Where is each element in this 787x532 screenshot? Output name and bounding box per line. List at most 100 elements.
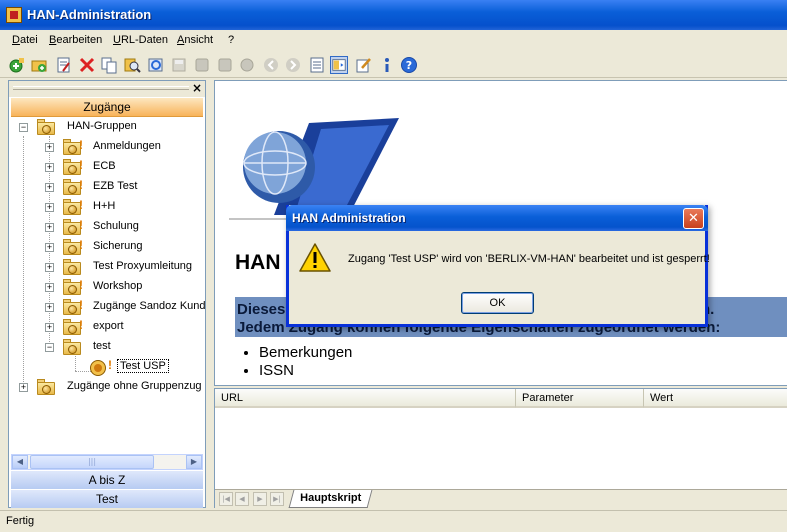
tree-node-test[interactable]: − test [45, 338, 205, 358]
dialog-close-icon[interactable]: ✕ [683, 208, 704, 229]
scroll-right-icon[interactable]: ▶ [186, 455, 202, 469]
forward-icon[interactable] [284, 56, 302, 74]
tree-node-ecb[interactable]: + ! ECB [45, 158, 205, 178]
expand-icon[interactable]: + [45, 203, 54, 212]
tree-node-test-proxyumleitung[interactable]: + Test Proxyumleitung [45, 258, 205, 278]
view-icon[interactable] [330, 56, 348, 74]
column-header-wert[interactable]: Wert [644, 389, 787, 408]
tab-hauptskript[interactable]: Hauptskript [288, 490, 373, 508]
tree-node-schulung[interactable]: + ! Schulung [45, 218, 205, 238]
menu-help[interactable]: ? [228, 34, 234, 46]
sheet-tab-bar: |◀ ◀ ▶ ▶| Hauptskript [215, 489, 787, 508]
tree-node-ezb-test[interactable]: + ! EZB Test [45, 178, 205, 198]
add-green-icon[interactable] [8, 56, 26, 74]
scroll-left-icon[interactable]: ◀ [12, 455, 28, 469]
menu-datei[interactable]: Datei [12, 34, 38, 46]
delete-icon[interactable] [78, 56, 96, 74]
tree-node-sicherung[interactable]: + ! Sicherung [45, 238, 205, 258]
property-list: Bemerkungen ISSN [259, 344, 352, 380]
edit-doc-icon[interactable] [55, 56, 73, 74]
expand-icon[interactable]: + [45, 223, 54, 232]
list-item: Bemerkungen [259, 344, 352, 362]
splitter[interactable] [206, 80, 214, 508]
folder-icon [37, 119, 57, 135]
back-icon[interactable] [262, 56, 280, 74]
menu-bearbeiten[interactable]: Bearbeiten [49, 34, 102, 46]
app-icon [6, 7, 22, 23]
tree-node-label: ECB [93, 160, 116, 172]
next-sheet-icon[interactable]: ▶ [253, 492, 267, 506]
copy-icon[interactable] [100, 56, 118, 74]
expand-icon[interactable]: + [45, 323, 54, 332]
scroll-thumb[interactable]: ||| [30, 455, 154, 469]
globe-icon[interactable] [238, 56, 256, 74]
find-icon[interactable] [123, 56, 141, 74]
refresh-icon[interactable] [147, 56, 165, 74]
page-heading: HAN [235, 251, 281, 274]
expand-icon[interactable]: + [45, 143, 54, 152]
warning-icon: ! [79, 238, 83, 252]
warning-icon: ! [79, 158, 83, 172]
tree-node-label: test [93, 340, 111, 352]
tree-node-h-h[interactable]: + ! H+H [45, 198, 205, 218]
tree-node-test-usp[interactable]: ! Test USP [89, 358, 205, 378]
add-folder-icon[interactable] [30, 56, 48, 74]
warning-icon: ! [79, 198, 83, 212]
help-icon[interactable]: ? [400, 56, 418, 74]
tab-test[interactable]: Test [11, 489, 203, 508]
tree-node-export[interactable]: + ! export [45, 318, 205, 338]
tab-a-bis-z[interactable]: A bis Z [11, 470, 203, 489]
toolbar: ? [0, 52, 787, 78]
tree-node-label: Schulung [93, 220, 139, 232]
menu-bar: Datei Bearbeiten URL-Daten Ansicht ? [0, 30, 787, 52]
tree-node-label: Zugänge ohne Gruppenzug [67, 380, 202, 392]
horizontal-scrollbar[interactable]: ◀ ||| ▶ [11, 454, 203, 470]
close-panel-icon[interactable]: × [192, 81, 202, 95]
panel-grip[interactable] [13, 86, 189, 90]
stop-icon[interactable] [193, 56, 211, 74]
stop2-icon[interactable] [216, 56, 234, 74]
last-sheet-icon[interactable]: ▶| [270, 492, 284, 506]
tree-node-workshop[interactable]: + ! Workshop [45, 278, 205, 298]
save-icon[interactable] [170, 56, 188, 74]
expand-icon[interactable]: + [45, 263, 54, 272]
dialog-title-bar[interactable]: HAN Administration ✕ [286, 205, 708, 231]
collapse-icon[interactable]: − [45, 343, 54, 352]
info-icon[interactable] [378, 56, 396, 74]
warning-triangle-icon [299, 243, 331, 272]
tree-node-label: export [93, 320, 124, 332]
expand-icon[interactable]: + [45, 183, 54, 192]
access-icon [90, 360, 106, 376]
prev-sheet-icon[interactable]: ◀ [235, 492, 249, 506]
status-text: Fertig [6, 515, 35, 527]
expand-icon[interactable]: + [19, 383, 28, 392]
collapse-icon[interactable]: − [19, 123, 28, 132]
expand-icon[interactable]: + [45, 283, 54, 292]
menu-url-daten[interactable]: URL-Daten [113, 34, 168, 46]
folder-icon [63, 259, 83, 275]
expand-icon[interactable]: + [45, 243, 54, 252]
column-header-parameter[interactable]: Parameter [516, 389, 644, 408]
page-icon[interactable] [308, 56, 326, 74]
warning-icon: ! [79, 218, 83, 232]
expand-icon[interactable]: + [45, 303, 54, 312]
expand-icon[interactable]: + [45, 163, 54, 172]
tree-node-han-gruppen[interactable]: − HAN-Gruppen [19, 118, 205, 138]
list-item: ISSN [259, 362, 352, 380]
tree-node-label: HAN-Gruppen [67, 120, 137, 132]
ok-button[interactable]: OK [461, 292, 534, 314]
first-sheet-icon[interactable]: |◀ [219, 492, 233, 506]
sheet-tab-label: Hauptskript [300, 492, 362, 504]
zugaenge-header[interactable]: Zugänge [11, 98, 203, 117]
tree-node-anmeldungen[interactable]: + ! Anmeldungen [45, 138, 205, 158]
edit-icon[interactable] [354, 56, 372, 74]
tree-node-zugaenge-ohne-gruppe[interactable]: + Zugänge ohne Gruppenzug [19, 378, 205, 398]
column-header-url[interactable]: URL [215, 389, 516, 408]
folder-icon [37, 379, 57, 395]
tree-node-label: Anmeldungen [93, 140, 161, 152]
tree-node-zugaenge-sandoz[interactable]: + ! Zugänge Sandoz Kund [45, 298, 205, 318]
menu-ansicht[interactable]: Ansicht [177, 34, 213, 46]
tree-node-label: Test USP [117, 359, 169, 373]
title-bar: HAN-Administration [0, 0, 787, 30]
tree-view: − HAN-Gruppen + ! Anmeldungen + ! ECB + … [9, 118, 205, 453]
